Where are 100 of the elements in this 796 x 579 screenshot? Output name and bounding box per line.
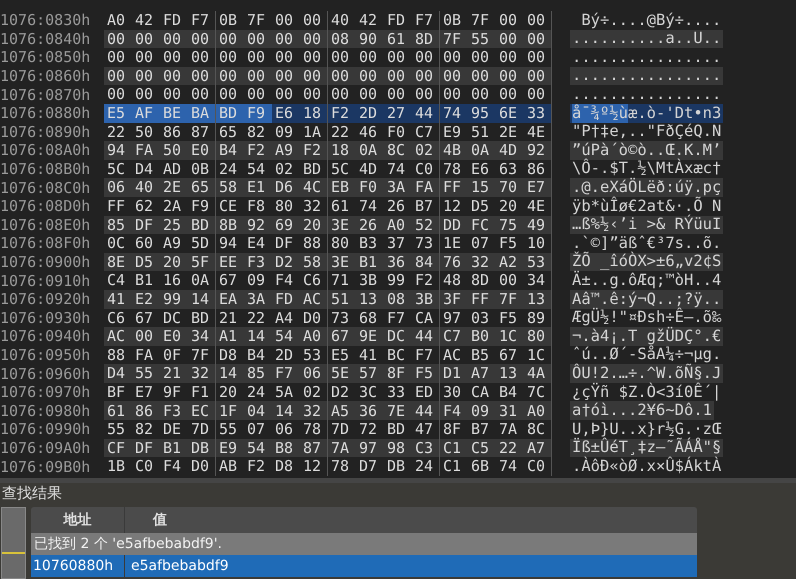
hex-byte: DE (162, 420, 182, 439)
hex-byte: 00 (246, 30, 266, 48)
hex-byte: E9 (218, 438, 238, 458)
hex-byte: 94 (218, 234, 238, 253)
hex-row[interactable]: 41 E2 99 14 EA 3A FD AC 51 13 08 3B 3F FF 7F 13 (104, 290, 552, 308)
offset-label: 1076:0960h (0, 364, 92, 383)
hex-row[interactable]: 61 86 F3 EC 1F 04 14 32 A5 36 7E 44 F4 09 31 A0 (104, 401, 552, 420)
ascii-text: ŽÕ _îóÒX>±6„v2¢S (572, 250, 722, 270)
hex-row[interactable]: E5 AF BE BA BD F9 E6 18 F2 2D 27 44 74 95 6E 33 (104, 104, 552, 123)
hex-byte: F8 (246, 196, 266, 216)
hex-row[interactable]: 85 DF 25 BD 8B 92 69 20 3E 26 A0 52 DD FC 75 49 (104, 216, 552, 234)
hex-byte: 97 (358, 438, 378, 458)
hex-byte: 3E (330, 216, 350, 234)
hex-row[interactable]: D4 55 21 32 14 85 F7 06 5E 57 8F F5 D1 A7 13 4A (104, 364, 552, 383)
hex-row[interactable]: 00 00 00 00 00 00 00 00 08 90 61 8D 7F 55 00 00 (104, 30, 552, 48)
hex-byte: 04 (246, 401, 266, 420)
offset-label: 1076:0870h (0, 86, 92, 104)
hex-row[interactable]: 8E D5 20 5F EE F3 D2 58 3E B1 36 84 76 32 A2 53 (104, 252, 552, 272)
hex-byte: 00 (134, 327, 154, 346)
hex-byte: 00 (358, 48, 378, 67)
hex-row[interactable]: BF E7 9F F1 20 24 5A 02 D2 3C 33 ED 30 CA B4 7C (104, 382, 552, 402)
hex-byte: 00 (106, 30, 126, 48)
hex-row[interactable]: 22 50 86 87 65 82 09 1A 22 46 F0 C7 E9 51 2E 4E (104, 122, 552, 142)
hex-byte: 22 (246, 308, 266, 328)
hex-row[interactable]: 00 00 00 00 00 00 00 00 00 00 00 00 00 00 00 00 (104, 66, 552, 86)
hex-byte: C5 (470, 438, 490, 458)
hex-byte: 00 (274, 30, 294, 48)
hex-byte: 03 (470, 308, 490, 328)
hex-byte: 8C (386, 141, 406, 160)
hex-byte: AF (132, 104, 160, 123)
hex-byte: A5 (330, 401, 350, 420)
hex-row[interactable]: CF DF B1 DB E9 54 B8 87 7A 97 98 C3 C1 C5 22 A7 (104, 438, 552, 458)
hex-byte: F9 (244, 104, 272, 123)
hex-row[interactable]: 5C D4 AD 0B 24 54 02 BD 5C 4D 74 C0 78 E6 63 86 (104, 160, 552, 178)
hex-byte: 00 (218, 85, 238, 104)
offset-label: 1076:0920h (0, 290, 92, 308)
hex-byte: 70 (498, 178, 518, 197)
offset-label: 1076:0970h (0, 383, 92, 402)
hex-row[interactable]: C6 67 DC BD 21 22 A4 D0 73 68 F7 CA 97 03 F5 89 (104, 308, 552, 328)
ascii-text: .@.eXáÖLëð:úÿ.pç (572, 176, 722, 196)
hex-byte: 1B (106, 457, 126, 476)
hex-row[interactable]: A0 42 FD F7 0B 7F 00 00 40 42 FD F7 0B 7F 00 00 (104, 11, 552, 30)
hex-byte: 00 (386, 48, 406, 67)
hex-byte: 08 (386, 290, 406, 308)
hex-byte: BD (216, 104, 244, 123)
hex-byte: 50 (134, 122, 154, 142)
hex-byte: FA (134, 141, 154, 160)
hex-byte: E5 (330, 346, 350, 364)
hex-byte: F4 (274, 271, 294, 290)
side-handle[interactable] (1, 507, 26, 579)
hex-byte: AC (106, 327, 126, 346)
hex-byte: A7 (470, 364, 490, 383)
hex-byte: 2E (498, 122, 518, 142)
hex-byte: CF (106, 438, 126, 458)
hex-row[interactable]: AC 00 E0 34 A1 14 54 A0 67 9E DC 44 C7 B0 1C 80 (104, 327, 552, 346)
hex-byte: 20 (162, 252, 182, 272)
hex-byte: 5C (330, 160, 350, 178)
result-row[interactable]: 10760880h e5afbebabdf9 (31, 555, 697, 577)
hex-byte: DB (386, 457, 406, 476)
hex-byte: F5 (498, 308, 518, 328)
hex-byte: 2D (274, 346, 294, 364)
hex-byte: 00 (246, 48, 266, 67)
hex-byte: 97 (442, 308, 462, 328)
hex-byte: F3 (162, 401, 182, 420)
hex-row[interactable]: 94 FA 50 E0 B4 F2 A9 F2 18 0A 8C 02 4B 0A 4D 92 (104, 141, 552, 160)
hex-byte: DC (386, 327, 406, 346)
hex-byte: 60 (134, 234, 154, 253)
hex-byte: BE (160, 104, 188, 123)
hex-row[interactable]: 06 40 2E 65 58 E1 D6 4C EB F0 3A FA FF 15 70 E7 (104, 178, 552, 197)
offset-label: 1076:08A0h (0, 141, 92, 160)
hex-byte: 26 (358, 216, 378, 234)
hex-byte: 00 (358, 66, 378, 86)
hex-byte: 7F (470, 11, 490, 30)
hex-byte: 61 (330, 196, 350, 216)
hex-byte: AC (442, 346, 462, 364)
hex-byte: F5 (498, 234, 518, 253)
hex-byte: DF (134, 216, 154, 234)
offset-label: 1076:0930h (0, 308, 92, 327)
column-header[interactable]: 值 (125, 507, 167, 533)
ascii-text: ¬.à4¡.T gžÜDÇ°.€ (572, 326, 722, 346)
hex-byte: BA (188, 104, 216, 123)
hex-byte: 15 (470, 178, 490, 197)
offset-label: 1076:08E0h (0, 216, 92, 234)
hex-byte: 8F (386, 364, 406, 383)
hex-byte: 2D (358, 104, 378, 123)
hex-byte: C0 (524, 457, 552, 476)
hex-byte: 76 (442, 252, 462, 272)
hex-byte: E6 (470, 160, 490, 178)
hex-byte: 00 (274, 48, 294, 67)
hex-row[interactable]: 88 FA 0F 7F D8 B4 2D 53 E5 41 BC F7 AC B5 67 1C (104, 346, 552, 364)
hex-byte: 00 (442, 48, 462, 67)
ascii-text: …ß%½‹’i >& RÝüuI (572, 214, 722, 236)
hex-byte: 54 (246, 438, 266, 458)
hex-byte: FF (470, 290, 490, 308)
hex-byte: FF (106, 196, 126, 216)
hex-byte: 26 (386, 196, 406, 216)
hex-byte: 00 (330, 66, 350, 86)
table-cell: 10760880h (31, 555, 125, 577)
hex-byte: 00 (134, 85, 154, 104)
hex-byte: 94 (106, 141, 126, 160)
